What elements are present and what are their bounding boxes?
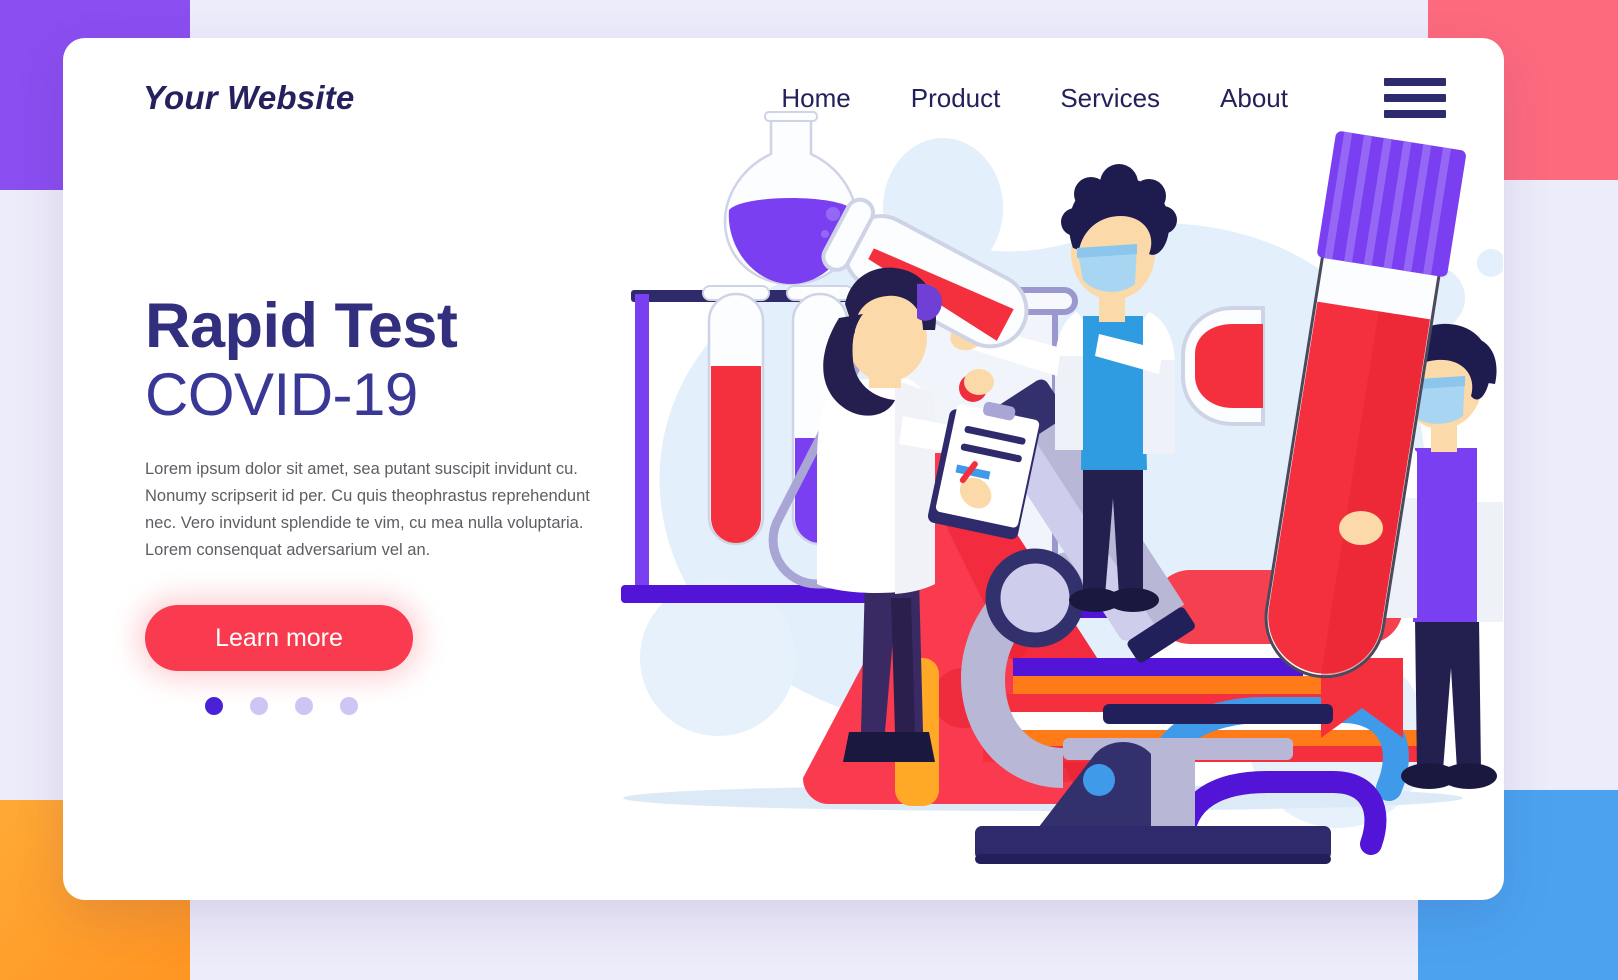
- landing-page-card: Your Website Home Product Services About: [63, 38, 1504, 900]
- test-tube-red: [702, 285, 770, 546]
- nav-link-about[interactable]: About: [1220, 83, 1288, 114]
- site-header: Your Website Home Product Services About: [63, 38, 1504, 158]
- hero-illustration: [543, 98, 1503, 898]
- page-title-line-1: Rapid Test: [145, 291, 458, 361]
- hamburger-bar-3: [1384, 110, 1446, 118]
- hamburger-bar-1: [1384, 78, 1446, 86]
- nav-link-services[interactable]: Services: [1060, 83, 1160, 114]
- red-circle-sample: [1181, 306, 1265, 426]
- carousel-dot-2[interactable]: [250, 697, 268, 716]
- carousel-dots: [205, 697, 665, 716]
- hamburger-bar-2: [1384, 94, 1446, 102]
- hamburger-menu-icon[interactable]: [1384, 78, 1446, 118]
- main-navigation: Home Product Services About: [781, 78, 1504, 118]
- carousel-dot-3[interactable]: [295, 697, 313, 716]
- nav-link-home[interactable]: Home: [781, 83, 850, 114]
- carousel-dot-4[interactable]: [340, 697, 358, 716]
- hero-copy: Rapid Test COVID-19 Lorem ipsum dolor si…: [145, 291, 665, 716]
- nav-link-product[interactable]: Product: [911, 83, 1001, 114]
- page-title-line-2: COVID-19: [145, 361, 418, 429]
- learn-more-button[interactable]: Learn more: [145, 605, 413, 672]
- carousel-dot-1[interactable]: [205, 697, 223, 716]
- hero-paragraph: Lorem ipsum dolor sit amet, sea putant s…: [145, 460, 590, 559]
- site-logo[interactable]: Your Website: [143, 79, 354, 117]
